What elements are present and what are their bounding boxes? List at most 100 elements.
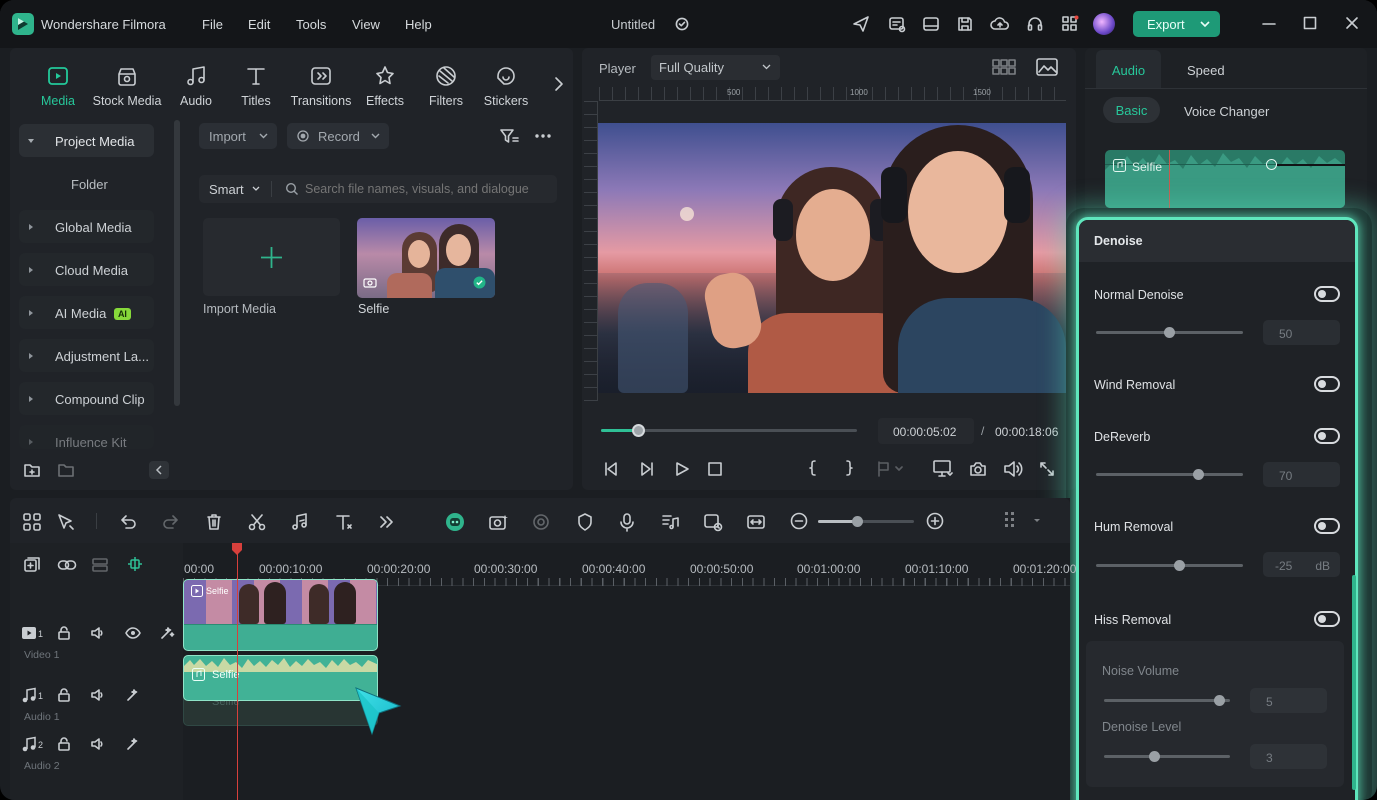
- zoom-in-icon[interactable]: [926, 512, 946, 532]
- next-frame-icon[interactable]: [639, 461, 655, 477]
- current-time[interactable]: 00:00:05:02: [878, 418, 974, 444]
- display-monitor-icon[interactable]: [933, 460, 953, 478]
- tab-stock-media[interactable]: Stock Media: [92, 64, 162, 108]
- undo-icon[interactable]: [118, 512, 138, 532]
- auto-sync-icon[interactable]: [703, 512, 723, 532]
- auto-adjust-icon[interactable]: [125, 736, 141, 752]
- smart-dropdown[interactable]: Smart: [209, 182, 260, 197]
- avatar[interactable]: [1093, 13, 1115, 35]
- auto-adjust-icon[interactable]: [125, 687, 141, 703]
- lock-icon[interactable]: [56, 625, 72, 641]
- subtitle-audio-icon[interactable]: [660, 512, 680, 532]
- tab-media[interactable]: Media: [23, 64, 93, 108]
- auto-adjust-icon[interactable]: [159, 625, 175, 641]
- noise-volume-value[interactable]: 5: [1250, 688, 1327, 713]
- lock-icon[interactable]: [56, 687, 72, 703]
- magnet-snap-icon[interactable]: [126, 555, 142, 571]
- audio-edit-icon[interactable]: [290, 512, 310, 532]
- layout-grid-icon[interactable]: [22, 512, 42, 532]
- playback-progress[interactable]: [601, 424, 857, 437]
- redo-icon[interactable]: [161, 512, 181, 532]
- remove-folder-icon[interactable]: [57, 462, 75, 478]
- send-icon[interactable]: [852, 15, 870, 33]
- split-scissors-icon[interactable]: [247, 512, 267, 532]
- fit-timeline-icon[interactable]: [746, 512, 766, 532]
- sidebar-item-cloud-media[interactable]: Cloud Media: [19, 253, 154, 286]
- subtab-basic[interactable]: Basic: [1103, 97, 1160, 123]
- tab-stickers[interactable]: Stickers: [471, 64, 541, 108]
- filter-sort-icon[interactable]: [499, 127, 519, 145]
- denoise-level-slider[interactable]: [1104, 751, 1230, 762]
- text-tool-icon[interactable]: [334, 512, 354, 532]
- denoise-level-value[interactable]: 3: [1250, 744, 1327, 769]
- link-icon[interactable]: [57, 556, 77, 572]
- add-track-icon[interactable]: [23, 556, 40, 572]
- ai-camera-icon[interactable]: [488, 512, 508, 532]
- apps-grid-icon[interactable]: [1061, 15, 1079, 33]
- normal-denoise-value[interactable]: 50: [1263, 320, 1340, 345]
- menu-file[interactable]: File: [202, 17, 223, 32]
- audio-clip[interactable]: Selfie: [183, 655, 378, 701]
- lock-icon[interactable]: [56, 736, 72, 752]
- subtab-voice-changer[interactable]: Voice Changer: [1184, 104, 1269, 119]
- collapse-sidebar-button[interactable]: [149, 461, 169, 479]
- snapshot-camera-icon[interactable]: [969, 460, 987, 478]
- tabs-next-icon[interactable]: [554, 76, 564, 92]
- dereverb-slider[interactable]: [1096, 469, 1243, 480]
- speaker-icon[interactable]: [90, 625, 106, 641]
- zoom-out-icon[interactable]: [790, 512, 810, 532]
- dereverb-toggle[interactable]: [1314, 428, 1340, 444]
- speaker-icon[interactable]: [90, 736, 106, 752]
- fullscreen-icon[interactable]: [1039, 461, 1055, 477]
- layout-icon[interactable]: [922, 15, 940, 33]
- export-button[interactable]: Export: [1133, 11, 1220, 37]
- stabilize-icon[interactable]: [531, 512, 551, 532]
- tab-transitions[interactable]: Transitions: [286, 64, 356, 108]
- noise-volume-slider[interactable]: [1104, 695, 1230, 706]
- sidebar-item-project-media[interactable]: Project Media: [19, 124, 154, 157]
- shield-mask-icon[interactable]: [575, 512, 595, 532]
- track-manager-icon[interactable]: [91, 556, 108, 572]
- wind-removal-toggle[interactable]: [1314, 376, 1340, 392]
- hiss-removal-toggle[interactable]: [1314, 611, 1340, 627]
- marker-icon[interactable]: [876, 461, 904, 477]
- dereverb-value[interactable]: 70: [1263, 462, 1340, 487]
- denoise-scrollbar[interactable]: [1352, 575, 1356, 790]
- cloud-upload-icon[interactable]: [990, 15, 1010, 33]
- sidebar-scrollbar[interactable]: [174, 120, 180, 406]
- zoom-slider[interactable]: [818, 516, 914, 527]
- microphone-icon[interactable]: [617, 512, 637, 532]
- hum-removal-slider[interactable]: [1096, 560, 1243, 571]
- tab-titles[interactable]: Titles: [221, 64, 291, 108]
- headset-icon[interactable]: [1026, 15, 1044, 33]
- render-queue-icon[interactable]: [888, 15, 906, 33]
- previous-frame-icon[interactable]: [603, 461, 619, 477]
- hum-removal-toggle[interactable]: [1314, 518, 1340, 534]
- sidebar-item-influence-kit[interactable]: Influence Kit: [19, 425, 154, 449]
- search-input[interactable]: [305, 180, 550, 198]
- volume-keyframe-handle[interactable]: [1266, 159, 1277, 170]
- stop-icon[interactable]: [707, 461, 723, 477]
- import-media-tile[interactable]: [203, 218, 340, 296]
- ai-robot-icon[interactable]: [445, 512, 465, 532]
- sidebar-item-adjustment-layer[interactable]: Adjustment La...: [19, 339, 154, 372]
- quality-dropdown[interactable]: Full Quality: [651, 55, 780, 80]
- more-options-icon[interactable]: [534, 133, 552, 139]
- hum-removal-value[interactable]: -25 dB: [1263, 552, 1340, 577]
- snapshot-view-icon[interactable]: [1036, 58, 1058, 76]
- eye-icon[interactable]: [125, 625, 141, 641]
- sidebar-item-ai-media[interactable]: AI Media AI: [19, 296, 154, 329]
- select-tool-icon[interactable]: [56, 512, 76, 532]
- normal-denoise-slider[interactable]: [1096, 327, 1243, 338]
- track-height-icon[interactable]: [1003, 510, 1043, 532]
- delete-icon[interactable]: [204, 512, 224, 532]
- volume-icon[interactable]: [1003, 460, 1023, 478]
- selfie-thumbnail[interactable]: [357, 218, 495, 298]
- close-icon[interactable]: [1345, 16, 1359, 30]
- normal-denoise-toggle[interactable]: [1314, 286, 1340, 302]
- video-clip[interactable]: Selfie: [183, 579, 378, 651]
- minimize-icon[interactable]: [1262, 18, 1276, 30]
- menu-tools[interactable]: Tools: [296, 17, 326, 32]
- tab-effects[interactable]: Effects: [350, 64, 420, 108]
- mark-in-icon[interactable]: [806, 459, 820, 477]
